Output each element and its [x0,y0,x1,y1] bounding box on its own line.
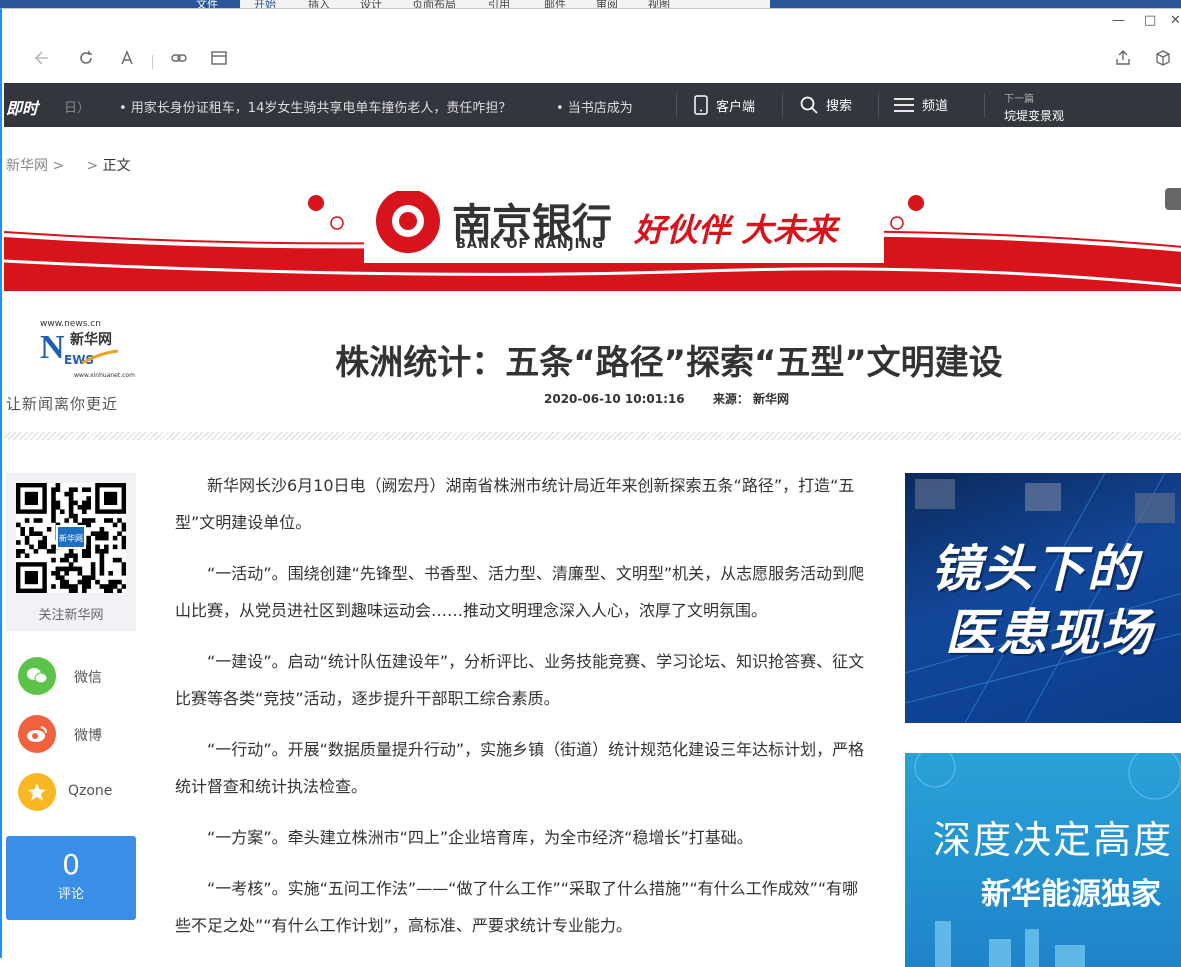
logo-url-2: www.xinhuanet.com [74,372,135,379]
article-body: 新华网长沙6月10日电（阙宏丹）湖南省株洲市统计局近年来创新探索五条“路径”，打… [175,467,867,958]
nav-divider [878,93,879,117]
comment-label: 评论 [57,887,84,902]
search-label: 搜索 [826,99,853,114]
energy-ad[interactable]: 深度决定高度 新华能源独家 [905,753,1181,967]
article-source: 来源： 新华网 [712,392,790,406]
nav-divider [676,93,677,117]
browser-toolbar [2,39,1181,83]
nav-divider [984,93,985,117]
channel-button[interactable]: 频道 [894,95,948,114]
qr-follow-box: 新华网 关注新华网 [6,473,136,631]
doctor-patient-ad[interactable]: 镜头下的 医患现场 [905,473,1181,723]
site-slogan: 让新闻离你更近 [6,395,119,413]
news-ticker-item[interactable]: • 当书店成为 [556,97,638,116]
hatched-divider [4,432,1181,440]
search-button[interactable]: 搜索 [800,95,852,114]
ad2-line2: 新华能源独家 [981,877,1161,912]
next-article-link[interactable]: 垸堤变景观 [1004,107,1064,124]
instant-news-logo[interactable]: 即时 [6,95,38,119]
next-article-label: 下一篇 [1004,94,1034,105]
ad-side-tab[interactable] [1165,188,1181,210]
link-icon[interactable] [168,49,190,71]
qzone-star-icon [18,773,56,811]
phone-icon [694,95,708,115]
share-wechat[interactable]: 微信 [18,657,138,697]
breadcrumb-sep: > [86,158,99,174]
comment-button[interactable]: 0 评论 [6,836,136,920]
breadcrumb-sep: > [52,158,65,174]
nav-divider [782,93,783,117]
logo-n: N [40,329,65,366]
back-icon[interactable] [29,49,51,71]
font-icon[interactable] [116,49,138,71]
article-meta: 2020-06-10 10:01:16 来源： 新华网 [544,390,813,407]
share-weibo[interactable]: 微博 [18,715,138,755]
banner-brand-en: BANK OF NANJING [456,237,604,252]
browser-window: — □ ✕ 即时 日） • 用家长身份证租车，14岁女生骑共享电单车撞伤老人，责… [0,8,1181,967]
wechat-icon [18,657,56,695]
web-page: 即时 日） • 用家长身份证租车，14岁女生骑共享电单车撞伤老人，责任咋担？ •… [4,83,1181,967]
refresh-icon[interactable] [75,49,97,71]
weibo-icon [18,715,56,753]
publish-datetime: 2020-06-10 10:01:16 [544,392,685,406]
ad2-line1: 深度决定高度 [933,818,1174,862]
extension-icon[interactable] [1152,49,1174,71]
site-top-nav: 即时 日） • 用家长身份证租车，14岁女生骑共享电单车撞伤老人，责任咋担？ •… [4,83,1181,127]
qr-label: 关注新华网 [38,608,104,623]
share-qzone[interactable]: Qzone [18,773,138,813]
qr-center-logo: 新华网 [56,525,86,549]
channel-label: 频道 [922,99,949,114]
article-paragraph: 新华网长沙6月10日电（阙宏丹）湖南省株洲市统计局近年来创新探索五条“路径”，打… [175,476,855,532]
logo-swoosh [81,349,119,365]
article-paragraph: “一方案”。牵头建立株洲市“四上”企业培育库，为全市经济“稳增长”打基础。 [207,828,753,847]
toolbar-divider [152,55,153,69]
bank-ad-banner[interactable]: 南京银行 BANK OF NANJING 好伙伴 大未来 [4,189,1181,291]
title-bar: — □ ✕ [2,9,1181,39]
news-ticker-item[interactable]: • 用家长身份证租车，14岁女生骑共享电单车撞伤老人，责任咋担？ [119,97,511,116]
breadcrumb-current: 正文 [102,158,131,174]
article-title: 株洲统计：五条“路径”探索“五型”文明建设 [335,343,1003,383]
article-paragraph: “一建设”。启动“统计队伍建设年”，分析评比、业务技能竞赛、学习论坛、知识抢答赛… [175,652,865,708]
menu-icon [894,97,914,112]
client-label: 客户端 [716,99,756,115]
minimize-icon[interactable]: — [1112,13,1125,28]
ad1-line2: 医患现场 [945,604,1153,662]
qzone-label: Qzone [68,783,113,799]
close-icon[interactable]: ✕ [1170,13,1181,28]
article-paragraph: “一行动”。开展“数据质量提升行动”，实施乡镇（街道）统计规范化建设三年达标计划… [175,740,865,796]
client-button[interactable]: 客户端 [694,95,755,115]
breadcrumb-home[interactable]: 新华网 [6,158,48,174]
maximize-icon[interactable]: □ [1144,13,1156,28]
share-icon[interactable] [1112,49,1134,71]
article-paragraph: “一活动”。围绕创建“先锋型、书香型、活力型、清廉型、文明型”机关，从志愿服务活… [175,564,865,620]
comment-count: 0 [62,848,80,881]
logo-url: www.news.cn [40,319,101,329]
weibo-label: 微博 [74,728,102,744]
qr-code: 新华网 [16,483,127,594]
reader-icon[interactable] [208,49,230,71]
nav-date-fragment: 日） [64,101,91,116]
article-paragraph: “一考核”。实施“五问工作法”——“做了什么工作”“采取了什么措施”“有什么工作… [175,879,859,935]
search-icon [800,96,818,114]
wechat-label: 微信 [74,670,102,686]
breadcrumb: 新华网 > > 正文 [6,155,131,175]
banner-slogan: 好伙伴 大未来 [634,211,838,249]
ad1-line1: 镜头下的 [931,540,1139,598]
logo-cn: 新华网 [70,332,112,348]
